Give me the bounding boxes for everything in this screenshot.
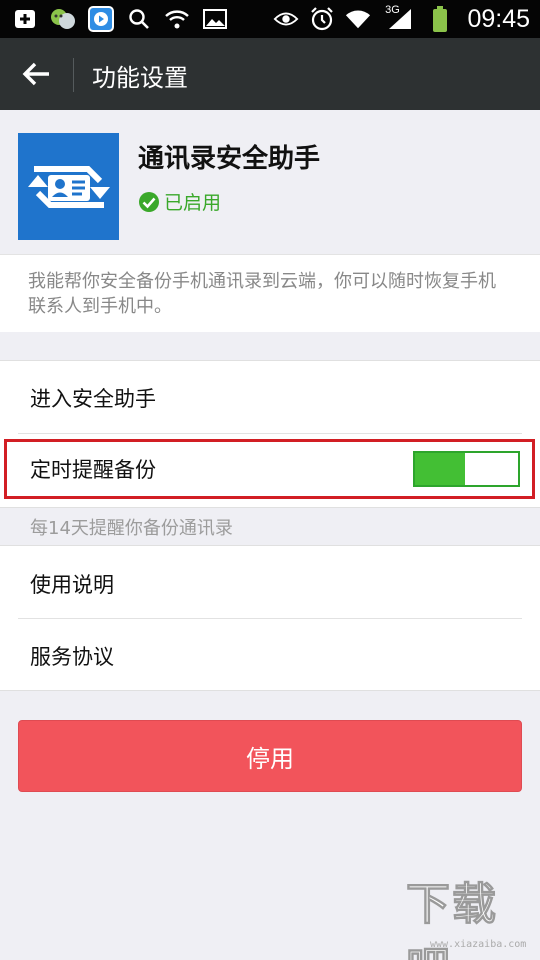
alarm-icon: [309, 6, 335, 32]
usage-guide-row[interactable]: 使用说明: [0, 546, 540, 618]
service-agreement-row[interactable]: 服务协议: [0, 619, 540, 691]
chat-icon: [50, 6, 76, 32]
title-divider: [73, 58, 74, 92]
add-box-icon: [12, 6, 38, 32]
video-app-icon: [88, 6, 114, 32]
signal-icon: 3G: [381, 4, 417, 32]
settings-group-info: 使用说明 服务协议: [0, 545, 540, 691]
description-box: 我能帮你安全备份手机通讯录到云端，你可以随时恢复手机联系人到手机中。: [0, 254, 540, 332]
battery-icon: [427, 6, 453, 32]
watermark: 下载吧 www.xiazaiba.com: [398, 860, 536, 960]
image-icon: [202, 6, 228, 32]
toggle-knob[interactable]: [467, 453, 518, 485]
toggle-on-fill: [415, 453, 465, 485]
reminder-hint: 每14天提醒你备份通讯录: [30, 518, 233, 539]
row-divider: [18, 433, 522, 434]
plugin-description: 我能帮你安全备份手机通讯录到云端，你可以随时恢复手机联系人到手机中。: [28, 271, 496, 317]
back-button[interactable]: [14, 54, 58, 94]
plugin-name: 通讯录安全助手: [138, 144, 321, 174]
enter-assistant-label: 进入安全助手: [30, 387, 156, 411]
search-icon: [126, 6, 152, 32]
plugin-header: 通讯录安全助手 已启用: [0, 110, 540, 254]
plugin-status: 已启用: [138, 188, 221, 215]
clock-time: 09:45: [467, 4, 530, 33]
contacts-backup-app-icon: [18, 133, 119, 240]
page-title: 功能设置: [92, 64, 188, 92]
back-arrow-icon[interactable]: [21, 61, 51, 87]
network-type-label: 3G: [385, 4, 400, 16]
check-circle-icon: [139, 191, 159, 212]
status-label: 已启用: [164, 192, 222, 214]
title-bar: 功能设置: [0, 38, 540, 110]
wifi-icon: [345, 6, 371, 32]
enter-assistant-row[interactable]: 进入安全助手: [0, 361, 540, 433]
disable-button[interactable]: 停用: [18, 720, 522, 792]
usage-guide-label: 使用说明: [30, 573, 114, 597]
wifi-question-icon: [164, 6, 190, 32]
watermark-url: www.xiazaiba.com: [430, 939, 527, 950]
status-bar: 3G 09:45: [0, 0, 540, 38]
timed-reminder-toggle[interactable]: [413, 451, 520, 487]
eye-icon: [273, 6, 299, 32]
service-agreement-label: 服务协议: [30, 645, 114, 669]
